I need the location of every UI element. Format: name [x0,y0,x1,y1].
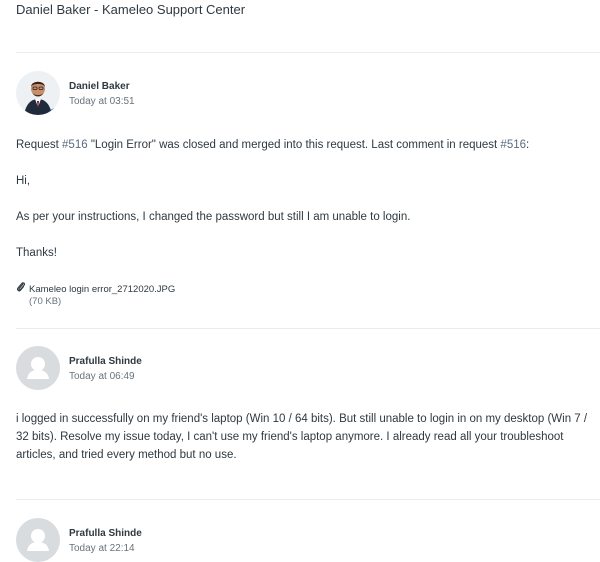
comment-text: As per your instructions, I changed the … [16,211,411,223]
comment-author[interactable]: Prafulla Shinde [69,356,142,367]
comment: Daniel Baker Today at 03:51 Request #516… [16,71,600,311]
avatar[interactable] [16,346,60,390]
merge-notice: Request #516 "Login Error" was closed an… [16,139,530,151]
comment-timestamp: Today at 22:14 [69,543,135,554]
comment-author[interactable]: Prafulla Shinde [69,528,142,539]
comment: Prafulla Shinde Today at 22:14 [16,518,600,562]
request-link[interactable]: #516 [62,139,88,151]
comment-author[interactable]: Daniel Baker [69,81,130,92]
divider [16,499,600,500]
divider [16,52,600,53]
attachment-link[interactable]: Kameleo login error_2712020.JPG [16,281,175,295]
paperclip-icon [17,282,25,292]
comment-timestamp: Today at 03:51 [69,96,135,107]
attachment-size: (70 KB) [29,296,62,307]
default-user-icon [27,357,49,379]
attachment-name[interactable]: Kameleo login error_2712020.JPG [29,284,175,295]
comment-timestamp: Today at 06:49 [69,371,135,382]
comment-text: Thanks! [16,247,57,259]
request-link[interactable]: #516 [500,139,526,151]
default-user-icon [27,529,49,551]
avatar[interactable] [16,518,60,562]
comment: Prafulla Shinde Today at 06:49 i logged … [16,346,600,476]
avatar[interactable] [16,71,60,115]
comment-text: Hi, [16,175,31,187]
comment-text: i logged in successfully on my friend's … [16,413,588,461]
page-title: Daniel Baker - Kameleo Support Center [16,2,246,17]
divider [16,328,600,329]
user-photo-icon [16,71,60,115]
